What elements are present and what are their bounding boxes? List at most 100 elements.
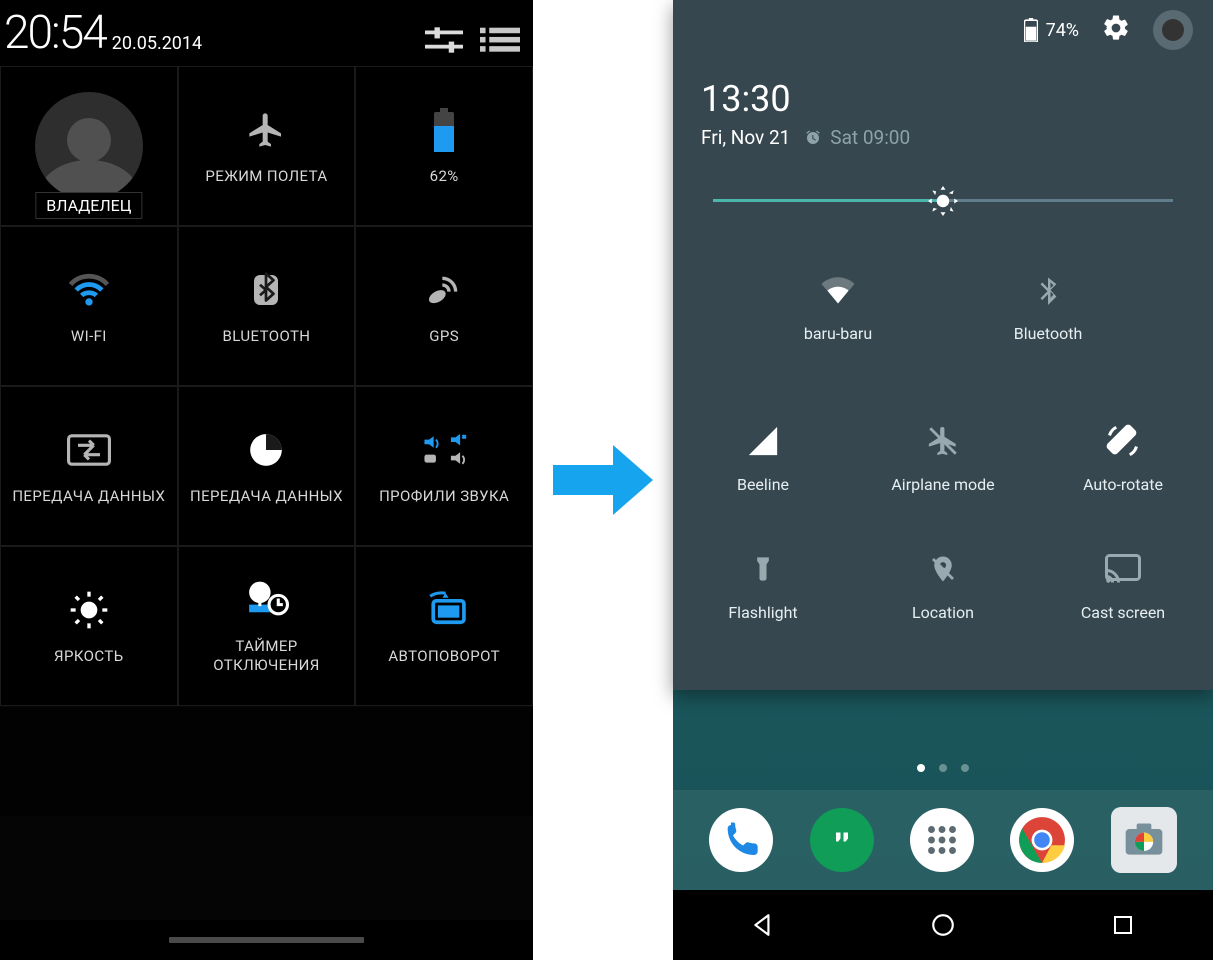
tile-label: ПЕРЕДАЧА ДАННЫХ [190, 487, 343, 506]
app-camera[interactable] [1111, 807, 1177, 873]
tile-label: Airplane mode [891, 475, 994, 494]
sound-profiles-icon [421, 427, 467, 473]
phone-left: 20:54 20.05.2014 ВЛАДЕЛ [0, 0, 533, 960]
tile-label: Cast screen [1081, 603, 1165, 622]
app-phone[interactable] [709, 808, 773, 872]
tile-airplane-r[interactable]: Airplane mode [853, 394, 1033, 522]
slider-track [713, 199, 1173, 202]
avatar-icon [35, 92, 143, 200]
tile-label: ПЕРЕДАЧА ДАННЫХ [12, 487, 165, 506]
tile-battery[interactable]: 62% [355, 66, 533, 226]
tile-label: GPS [429, 327, 459, 346]
tile-label: Location [912, 603, 974, 622]
camera-icon [1122, 818, 1166, 862]
battery-pct-label: 62% [430, 167, 459, 186]
alarm-icon [804, 129, 822, 147]
phone-right: 74% 13:30 Fri, Nov 21 Sat 09:00 [673, 0, 1213, 960]
brightness-icon [66, 587, 112, 633]
owner-label: ВЛАДЕЛЕЦ [35, 192, 142, 219]
tile-data-1[interactable]: ПЕРЕДАЧА ДАННЫХ [0, 386, 178, 546]
tile-location-r[interactable]: Location [853, 522, 1033, 650]
drag-handle[interactable] [0, 920, 533, 960]
home-blur-area [0, 706, 533, 816]
tile-label: baru-baru [804, 324, 872, 343]
date-left: 20.05.2014 [112, 33, 202, 60]
battery-indicator: 74% [1024, 18, 1079, 42]
tile-autorotate-r[interactable]: Auto-rotate [1033, 394, 1213, 522]
app-chrome[interactable] [1010, 808, 1074, 872]
tile-label: BLUETOOTH [223, 327, 311, 346]
tile-data-2[interactable]: ПЕРЕДАЧА ДАННЫХ [178, 386, 356, 546]
tile-user[interactable]: ВЛАДЕЛЕЦ [0, 66, 178, 226]
clock-right: 13:30 [701, 78, 1185, 120]
alarm-time: Sat 09:00 [830, 126, 910, 149]
tile-bluetooth-r[interactable]: Bluetooth [943, 232, 1153, 382]
tile-flashlight-r[interactable]: Flashlight [673, 522, 853, 650]
settings-button[interactable] [1101, 13, 1131, 47]
user-avatar[interactable] [1153, 10, 1193, 50]
home-button[interactable] [928, 910, 958, 940]
date-right: Fri, Nov 21 [701, 126, 790, 149]
tile-signal-r[interactable]: Beeline [673, 394, 853, 522]
tile-sound-profiles[interactable]: ПРОФИЛИ ЗВУКА [355, 386, 533, 546]
tile-brightness[interactable]: ЯРКОСТЬ [0, 546, 178, 706]
wifi-icon [66, 267, 112, 313]
tile-label: Bluetooth [1014, 324, 1083, 343]
tile-label: ЯРКОСТЬ [54, 647, 124, 666]
sleep-timer-icon [243, 577, 289, 623]
app-hangouts[interactable] [810, 808, 874, 872]
airplane-off-icon [925, 423, 961, 459]
clock-left: 20:54 [4, 6, 106, 60]
navigation-bar [673, 890, 1213, 960]
page-dot[interactable] [939, 764, 947, 772]
tile-label: WI-FI [71, 327, 107, 346]
tile-label: Beeline [737, 475, 789, 494]
tiles-row-2: Beeline Airplane mode Auto-rotate Flashl… [673, 382, 1213, 690]
tile-label: РЕЖИМ ПОЛЕТА [205, 167, 327, 186]
wifi-icon [820, 272, 856, 308]
tile-sleep-timer[interactable]: ТАЙМЕР ОТКЛЮЧЕНИЯ [178, 546, 356, 706]
page-dot[interactable] [917, 764, 925, 772]
battery-icon [421, 107, 467, 153]
bluetooth-icon [1030, 272, 1066, 308]
airplane-icon [243, 107, 289, 153]
status-bar-left: 20:54 20.05.2014 [0, 0, 533, 66]
alarm-indicator: Sat 09:00 [804, 126, 910, 149]
apps-icon [924, 822, 960, 858]
chrome-icon [1017, 815, 1067, 865]
tile-label: Flashlight [728, 603, 797, 622]
data-clock-icon [243, 427, 289, 473]
autorotate-icon [421, 587, 467, 633]
tile-wifi[interactable]: WI-FI [0, 226, 178, 386]
autorotate-icon [1105, 423, 1141, 459]
dock [673, 790, 1213, 890]
cast-icon [1105, 551, 1141, 587]
tile-autorotate[interactable]: АВТОПОВОРОТ [355, 546, 533, 706]
tile-label: ПРОФИЛИ ЗВУКА [379, 487, 509, 506]
tile-bluetooth[interactable]: BLUETOOTH [178, 226, 356, 386]
bluetooth-icon [243, 267, 289, 313]
tile-cast-r[interactable]: Cast screen [1033, 522, 1213, 650]
page-indicator [673, 764, 1213, 772]
list-icon[interactable] [475, 20, 525, 60]
equalizer-icon[interactable] [419, 20, 469, 60]
home-screen [673, 690, 1213, 960]
recents-button[interactable] [1108, 910, 1138, 940]
brightness-thumb-icon[interactable] [928, 186, 958, 216]
page-dot[interactable] [961, 764, 969, 772]
gear-icon [1101, 13, 1131, 43]
notification-panel: 74% 13:30 Fri, Nov 21 Sat 09:00 [673, 0, 1213, 690]
recents-icon [1111, 913, 1135, 937]
tile-label: АВТОПОВОРОТ [388, 647, 500, 666]
datetime-block[interactable]: 13:30 Fri, Nov 21 Sat 09:00 [673, 60, 1213, 173]
back-button[interactable] [748, 910, 778, 940]
tile-airplane[interactable]: РЕЖИМ ПОЛЕТА [178, 66, 356, 226]
app-drawer[interactable] [910, 808, 974, 872]
hangouts-icon [824, 822, 860, 858]
tile-wifi-r[interactable]: baru-baru [733, 232, 943, 382]
tile-gps[interactable]: GPS [355, 226, 533, 386]
flashlight-icon [745, 551, 781, 587]
battery-pct: 74% [1046, 20, 1079, 41]
brightness-slider[interactable] [673, 173, 1213, 222]
home-icon [930, 912, 956, 938]
